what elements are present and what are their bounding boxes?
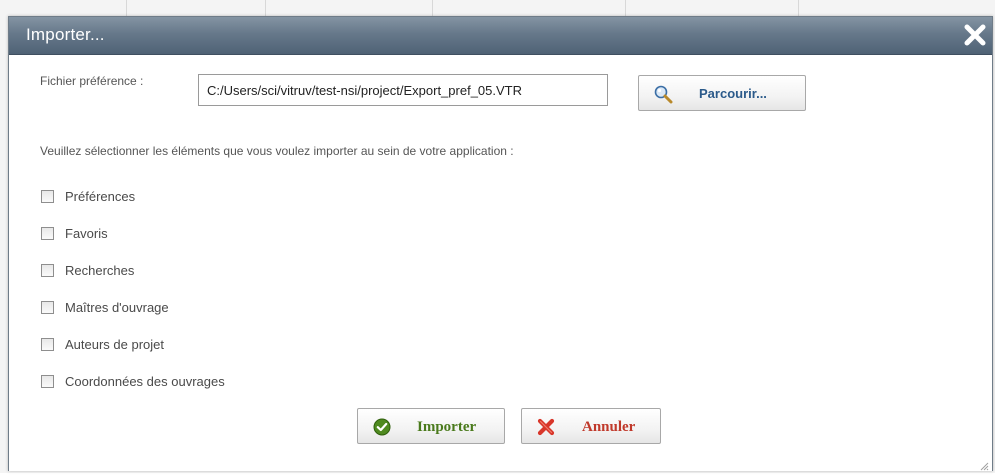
option-label[interactable]: Recherches xyxy=(65,263,134,278)
browse-button-label: Parcourir... xyxy=(699,86,767,101)
checkbox[interactable] xyxy=(41,190,54,203)
option-label[interactable]: Maîtres d'ouvrage xyxy=(65,300,169,315)
instruction-text: Veuillez sélectionner les éléments que v… xyxy=(40,144,514,158)
option-label[interactable]: Favoris xyxy=(65,226,108,241)
checkbox[interactable] xyxy=(41,264,54,277)
cancel-button-label: Annuler xyxy=(582,419,636,435)
dialog-titlebar[interactable]: Importer... xyxy=(9,17,992,55)
option-label[interactable]: Auteurs de projet xyxy=(65,337,164,352)
cancel-button[interactable]: Annuler xyxy=(521,408,661,444)
option-label[interactable]: Préférences xyxy=(65,189,135,204)
checkbox[interactable] xyxy=(41,227,54,240)
close-icon xyxy=(964,24,986,46)
checkbox[interactable] xyxy=(41,375,54,388)
file-path-input[interactable] xyxy=(198,74,608,106)
close-button[interactable] xyxy=(962,21,988,49)
dialog-body: Fichier préférence : Parcourir... Veuill… xyxy=(9,55,992,471)
check-circle-icon xyxy=(373,418,391,441)
browse-button[interactable]: Parcourir... xyxy=(638,75,806,111)
import-button-label: Importer xyxy=(417,419,477,435)
dialog-title: Importer... xyxy=(26,25,105,44)
checkbox[interactable] xyxy=(41,301,54,314)
magnifier-icon xyxy=(653,84,673,109)
resize-grip-icon[interactable] xyxy=(979,458,989,471)
import-button[interactable]: Importer xyxy=(357,408,505,444)
cross-icon xyxy=(537,418,555,441)
checkbox[interactable] xyxy=(41,338,54,351)
option-label[interactable]: Coordonnées des ouvrages xyxy=(65,374,225,389)
import-dialog: Importer... Fichier préférence : Parcour… xyxy=(8,16,993,471)
file-label: Fichier préférence : xyxy=(40,74,144,88)
